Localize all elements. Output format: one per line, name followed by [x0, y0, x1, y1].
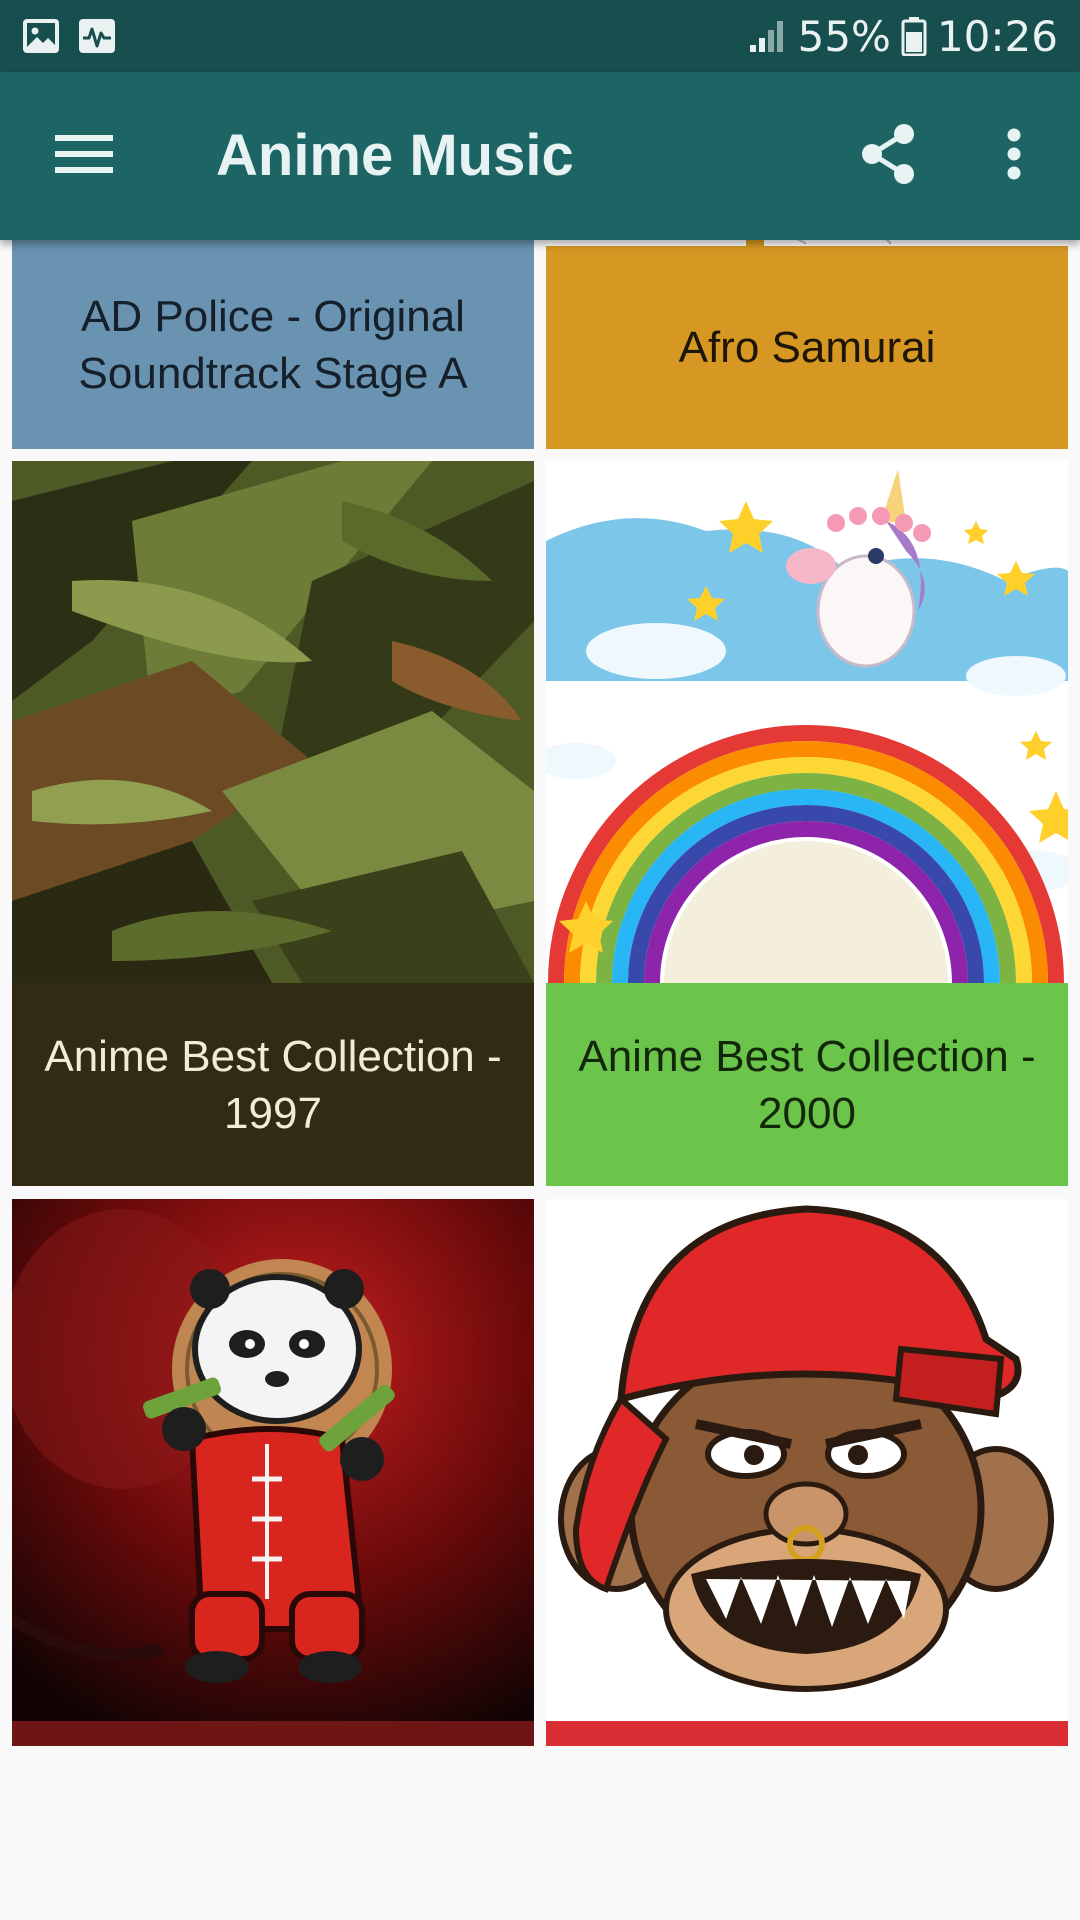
more-options-button[interactable] [964, 72, 1064, 240]
status-bar: 55% 10:26 [0, 0, 1080, 72]
album-card[interactable] [12, 1199, 534, 1746]
hamburger-menu-icon [55, 133, 113, 180]
album-title: Anime Best Collection - 1997 [12, 983, 534, 1186]
album-title: Afro Samurai [546, 246, 1068, 449]
app-toolbar: Anime Music [0, 72, 1080, 240]
unicorn-rainbow-art [546, 461, 1068, 983]
empty-area [0, 1746, 1080, 1920]
album-card[interactable]: Anime Best Collection - 1997 [12, 461, 534, 1186]
share-button[interactable] [838, 72, 938, 240]
album-grid[interactable]: AD Police - Original Soundtrack Stage A … [0, 240, 1080, 1746]
album-card[interactable]: Afro Samurai [546, 240, 1068, 449]
camouflage-brush-art [12, 461, 534, 983]
angry-monkey-red-cap-art [546, 1199, 1068, 1721]
battery-percent: 55% [797, 11, 891, 61]
album-title: Anime Best Collection - 2000 [546, 983, 1068, 1186]
album-title [546, 1721, 1068, 1746]
battery-icon [901, 16, 927, 56]
more-vert-icon [1006, 128, 1022, 185]
album-title: AD Police - Original Soundtrack Stage A [12, 240, 534, 449]
app-title: Anime Music [216, 123, 574, 188]
signal-icon [748, 19, 788, 53]
album-card[interactable]: Anime Best Collection - 2000 [546, 461, 1068, 1186]
album-card[interactable] [546, 1199, 1068, 1746]
album-card[interactable]: AD Police - Original Soundtrack Stage A [12, 240, 534, 449]
gallery-icon [22, 18, 60, 54]
share-icon [859, 123, 917, 190]
activity-monitor-icon [78, 18, 116, 54]
album-title [12, 1721, 534, 1746]
kung-fu-panda-mascot-art [12, 1199, 534, 1721]
hamburger-menu-button[interactable] [34, 72, 134, 240]
clock: 10:26 [936, 11, 1058, 61]
